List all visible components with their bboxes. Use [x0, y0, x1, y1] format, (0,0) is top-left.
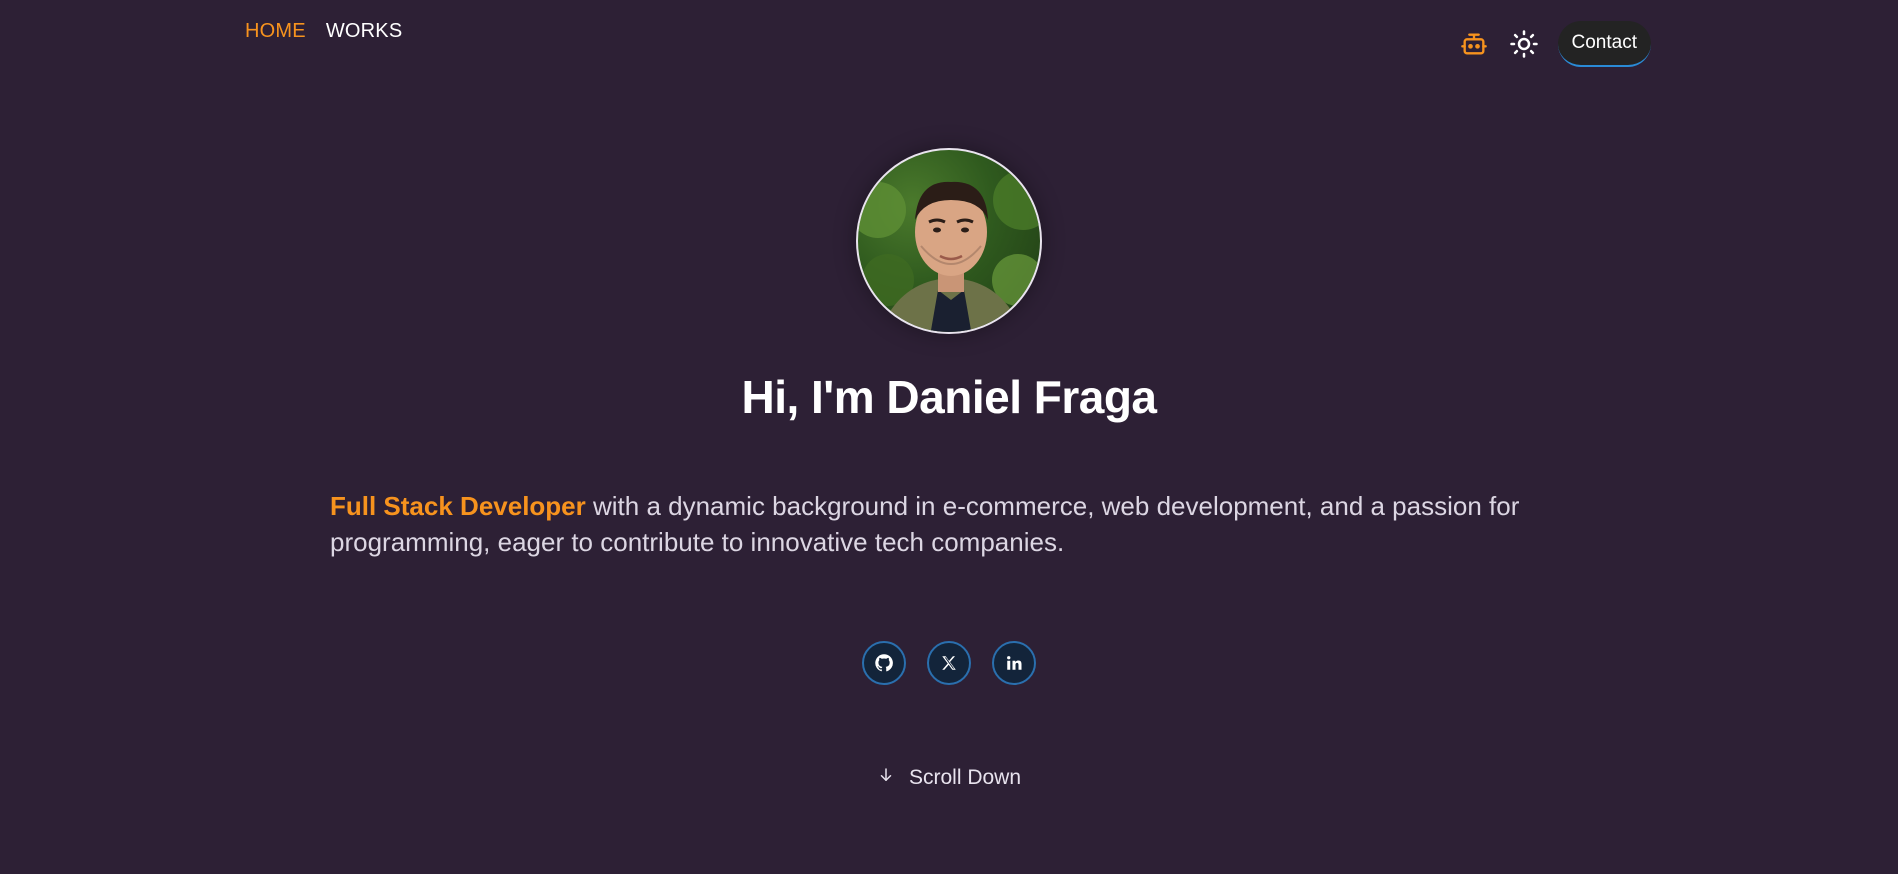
page-title: Hi, I'm Daniel Fraga [741, 371, 1157, 423]
nav-link-works[interactable]: WORKS [326, 20, 403, 43]
contact-button[interactable]: Contact [1557, 21, 1651, 67]
main-nav: HOME WORKS [245, 20, 402, 43]
intro-paragraph: Full Stack Developer with a dynamic back… [330, 488, 1530, 560]
github-icon[interactable] [862, 641, 906, 685]
sun-icon[interactable] [1508, 28, 1540, 60]
linkedin-icon[interactable] [992, 641, 1036, 685]
page: HOME WORKS Contact Hi, I'm Daniel Fraga … [0, 0, 1898, 874]
nav-actions: Contact [1458, 21, 1651, 67]
avatar [856, 148, 1042, 334]
scroll-down-label: Scroll Down [908, 766, 1022, 789]
intro-role: Full Stack Developer [330, 491, 586, 521]
robot-icon[interactable] [1458, 28, 1490, 60]
scroll-down-link[interactable]: Scroll Down [0, 766, 1898, 790]
x-icon[interactable] [927, 641, 971, 685]
arrow-down-icon [877, 766, 895, 790]
nav-link-home[interactable]: HOME [245, 20, 306, 43]
social-links [862, 641, 1036, 685]
